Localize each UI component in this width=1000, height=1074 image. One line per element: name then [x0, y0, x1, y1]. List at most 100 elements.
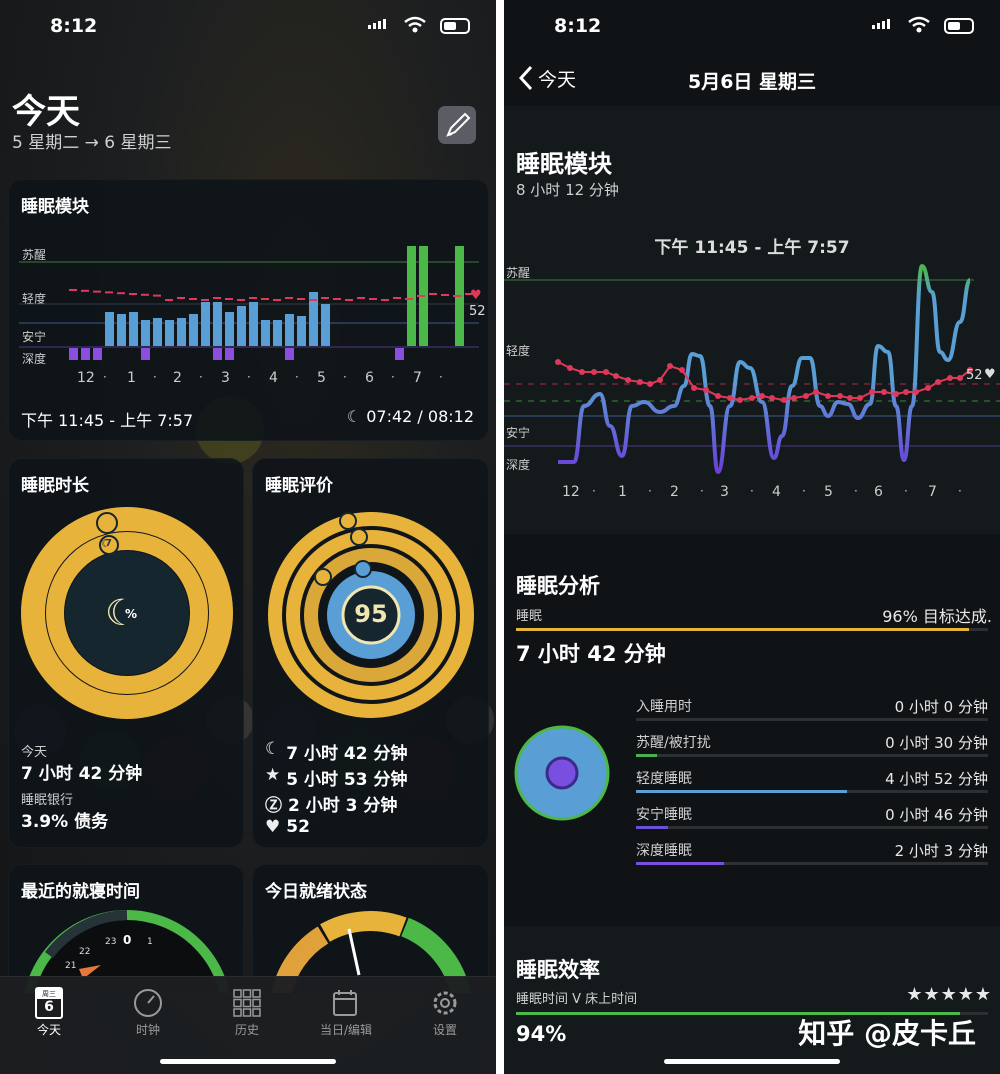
battery-icon [440, 18, 470, 34]
hour-label: 4 [269, 370, 278, 386]
hour-tick: · [592, 484, 596, 498]
home-indicator [664, 1059, 840, 1064]
heart-rate-point [957, 375, 963, 381]
heart-rate-point [803, 393, 809, 399]
time-range: 下午 11:45 - 上午 7:57 [21, 411, 194, 430]
hour-label: 2 [173, 370, 182, 386]
right-phone-screen: 8:12 今天 5月6日 星期三 睡眠模块 8 小时 12 分钟 下午 11:4… [504, 0, 1000, 1074]
heart-rate-point [637, 379, 643, 385]
moon-icon: ☾ [346, 407, 362, 426]
heart-rate-point [935, 379, 941, 385]
efficiency-sublabel: 睡眠时间 V 床上时间 [516, 992, 638, 1007]
deep-sleep-bar [225, 348, 234, 360]
section-title: 睡眠分析 [516, 574, 600, 598]
tab-label: 今天 [36, 1023, 61, 1037]
light-sleep-bar [225, 312, 234, 346]
tab-clock[interactable]: 时钟 [108, 985, 188, 1038]
heart-rate-point [881, 389, 887, 395]
hour-label: 12 [77, 370, 95, 386]
deep-sleep-bar [81, 348, 90, 360]
wifi-icon [404, 16, 426, 33]
hour-tick: · [854, 484, 858, 498]
light-sleep-bar [285, 314, 294, 346]
light-sleep-bar [273, 320, 282, 346]
hour-tick: · [904, 484, 908, 498]
analysis-progress-bar [636, 754, 657, 757]
tab-history[interactable]: 历史 [207, 985, 287, 1038]
rating-row: ☾ 7 小时 42 分钟 [265, 739, 408, 764]
tab-label: 当日/编辑 [319, 1023, 373, 1037]
hour-tick: · [247, 370, 251, 384]
heart-rate-value: 52 [966, 368, 983, 383]
hour-tick: · [295, 370, 299, 384]
hour-label: 3 [221, 370, 230, 386]
heart-rate-point [925, 385, 931, 391]
date-range: 5 星期二 → 6 星期三 [12, 133, 172, 153]
light-sleep-bar [129, 312, 138, 346]
dial-number: 21 [65, 961, 77, 971]
dial-number: 23 [105, 937, 117, 947]
z-icon: Ⓩ [265, 796, 282, 816]
analysis-track [636, 754, 988, 757]
light-sleep-bar [297, 316, 306, 346]
heart-rate-point [555, 359, 561, 365]
heart-rate-point [947, 375, 953, 381]
battery-icon [944, 18, 974, 34]
heart-rate-point [703, 387, 709, 393]
sleep-stage-orb [514, 725, 610, 821]
edit-button[interactable] [438, 106, 476, 144]
light-sleep-bar [201, 302, 210, 346]
percent-label: % [125, 607, 138, 621]
heart-rate-point [679, 367, 685, 373]
analysis-row: 轻度睡眠 4 小时 52 分钟 [636, 768, 988, 798]
gear-icon [433, 991, 457, 1015]
heart-rate-point [749, 395, 755, 401]
duration-ratio-row: ☾ 07:42 / 08:12 [347, 407, 474, 426]
sleep-chart [19, 246, 479, 360]
page-title: 今天 [12, 92, 80, 132]
star-rating: ★★★★★ [906, 984, 992, 1005]
analysis-progress-bar [636, 826, 668, 829]
sleep-label: 睡眠 [516, 609, 543, 624]
card-title: 睡眠评价 [265, 476, 333, 496]
heart-rate-point [625, 377, 631, 383]
card-title: 今日就绪状态 [265, 882, 367, 902]
hour-label: 4 [772, 484, 781, 500]
hour-tick: · [439, 370, 443, 384]
analysis-value: 0 小时 0 分钟 [894, 698, 988, 716]
hour-tick: · [343, 370, 347, 384]
deep-sleep-bar [213, 348, 222, 360]
light-sleep-bar [261, 320, 270, 346]
status-time: 8:12 [50, 15, 98, 37]
hour-label: 12 [562, 484, 580, 500]
pencil-icon [446, 112, 471, 137]
heart-rate-point [857, 395, 863, 401]
heart-rate-point [737, 397, 743, 403]
efficiency-value: 94% [516, 1022, 567, 1046]
card-title: 最近的就寝时间 [21, 882, 140, 902]
bedtime-card[interactable]: 最近的就寝时间 23 0 1 22 21 [8, 864, 244, 994]
hour-label: 6 [365, 370, 374, 386]
hour-label: 2 [670, 484, 679, 500]
sleep-rating-card[interactable]: 睡眠评价 95 ☾ 7 小时 42 分钟 ★ 5 小时 53 分钟 Ⓩ 2 小时 3 分钟… [252, 458, 489, 848]
sleep-duration-card[interactable]: 睡眠时长 ☾ 7 ☾ % 今天 7 小时 42 分钟 睡眠银行 3.9% 债务 [8, 458, 244, 848]
rating-row: Ⓩ 2 小时 3 分钟 [265, 791, 397, 816]
hour-tick: · [958, 484, 962, 498]
hour-label: 1 [127, 370, 136, 386]
sleep-module-card[interactable]: 睡眠模块 苏醒 轻度 安宁 深度 ♥ 52 12 · 1 · 2 · 3 · 4 · 5 · 6 · 7 · 下午 … [8, 179, 489, 441]
tab-settings[interactable]: 设置 [405, 985, 485, 1038]
home-indicator [160, 1059, 336, 1064]
tab-today[interactable]: 周三 6 今天 [9, 985, 89, 1038]
analysis-progress-bar [636, 790, 847, 793]
analysis-value: 0 小时 46 分钟 [885, 806, 988, 824]
dial-number: 1 [147, 937, 153, 947]
tab-day-edit[interactable]: 当日/编辑 [306, 985, 386, 1038]
hour-tick: · [103, 370, 107, 384]
analysis-label: 苏醒/被打扰 [636, 735, 711, 751]
heart-rate-point [759, 393, 765, 399]
readiness-card[interactable]: 今日就绪状态 [252, 864, 489, 994]
deep-sleep-bar [285, 348, 294, 360]
tab-label: 时钟 [135, 1023, 160, 1037]
rating-row: ★ 5 小时 53 分钟 [265, 765, 408, 790]
light-sleep-bar [177, 318, 186, 346]
